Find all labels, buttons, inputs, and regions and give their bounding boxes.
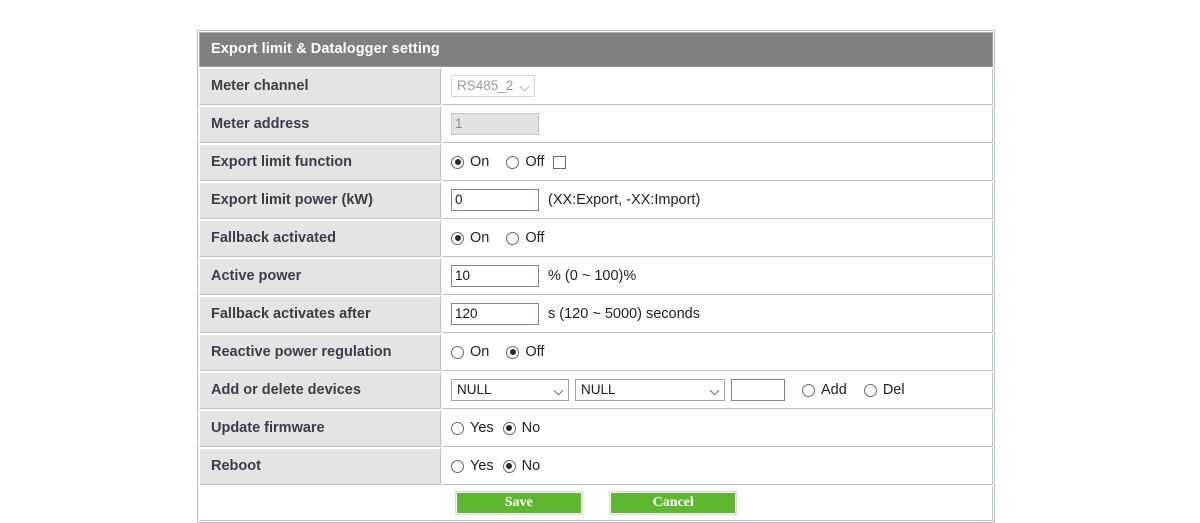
fallback-activates-after-hint: s (120 ~ 5000) seconds bbox=[548, 306, 700, 322]
reactive-power-regulation-radio-on[interactable] bbox=[451, 345, 464, 359]
row-value-meter-address: 1 bbox=[442, 106, 993, 143]
save-button[interactable]: Save bbox=[454, 491, 583, 515]
row-label-export-limit-power: Export limit power (kW) bbox=[199, 182, 441, 219]
row-label-update-firmware: Update firmware bbox=[199, 410, 441, 447]
panel-title: Export limit & Datalogger setting bbox=[199, 32, 993, 67]
update-firmware-radio-yes[interactable] bbox=[451, 421, 464, 435]
meter-address-input[interactable]: 1 bbox=[451, 113, 539, 135]
row-value-add-or-delete-devices: NULL NULL Add Del bbox=[442, 372, 993, 409]
device-action-radio-del[interactable] bbox=[863, 383, 877, 397]
row-label-meter-address: Meter address bbox=[199, 106, 441, 143]
row-label-fallback-activated: Fallback activated bbox=[199, 220, 441, 257]
device-type-select-value: NULL bbox=[457, 382, 492, 397]
table-row: Fallback activated On Off bbox=[199, 220, 993, 257]
row-value-reboot: Yes No bbox=[442, 448, 993, 485]
table-row: Export limit power (kW) 0 (XX:Export, -X… bbox=[199, 182, 993, 219]
device-serial-input[interactable] bbox=[731, 379, 785, 401]
fallback-activated-off-label: Off bbox=[525, 230, 545, 246]
reactive-power-regulation-radio-off[interactable] bbox=[506, 345, 520, 359]
table-row: Update firmware Yes No bbox=[199, 410, 993, 447]
chevron-down-icon bbox=[711, 386, 720, 395]
meter-channel-select-value: RS485_2 bbox=[457, 78, 514, 93]
reboot-yes-label: Yes bbox=[470, 458, 494, 474]
row-label-export-limit-function: Export limit function bbox=[199, 144, 441, 181]
reactive-power-regulation-on-label: On bbox=[470, 344, 490, 360]
table-row: Reactive power regulation On Off bbox=[199, 334, 993, 371]
device-type-select[interactable]: NULL bbox=[451, 379, 569, 401]
row-value-active-power: 10 % (0 ~ 100)% bbox=[442, 258, 993, 295]
row-label-reboot: Reboot bbox=[199, 448, 441, 485]
form-actions: Save Cancel bbox=[199, 486, 993, 521]
fallback-activated-radio-off[interactable] bbox=[506, 231, 520, 245]
settings-form-table: Export limit & Datalogger setting Meter … bbox=[198, 31, 994, 522]
export-limit-power-hint: (XX:Export, -XX:Import) bbox=[548, 192, 701, 208]
row-label-reactive-power-regulation: Reactive power regulation bbox=[199, 334, 441, 371]
table-row: Active power 10 % (0 ~ 100)% bbox=[199, 258, 993, 295]
update-firmware-radio-no[interactable] bbox=[502, 421, 516, 435]
row-value-export-limit-function: On Off bbox=[442, 144, 993, 181]
row-value-meter-channel: RS485_2 bbox=[442, 68, 993, 105]
export-limit-function-radio-on[interactable] bbox=[451, 155, 464, 169]
row-label-fallback-activates-after: Fallback activates after bbox=[199, 296, 441, 333]
reactive-power-regulation-off-label: Off bbox=[525, 344, 545, 360]
reboot-radio-no[interactable] bbox=[502, 459, 516, 473]
row-value-export-limit-power: 0 (XX:Export, -XX:Import) bbox=[442, 182, 993, 219]
meter-channel-select[interactable]: RS485_2 bbox=[451, 75, 535, 97]
active-power-input[interactable]: 10 bbox=[451, 265, 539, 287]
cancel-button[interactable]: Cancel bbox=[609, 491, 738, 515]
export-limit-power-input[interactable]: 0 bbox=[451, 189, 539, 211]
table-row: Add or delete devices NULL NULL Add Del bbox=[199, 372, 993, 409]
device-action-add-label: Add bbox=[821, 382, 847, 398]
reboot-no-label: No bbox=[521, 458, 541, 474]
row-value-update-firmware: Yes No bbox=[442, 410, 993, 447]
export-limit-function-radio-off[interactable] bbox=[506, 155, 520, 169]
row-value-reactive-power-regulation: On Off bbox=[442, 334, 993, 371]
chevron-down-icon bbox=[555, 386, 564, 395]
chevron-down-icon bbox=[521, 82, 530, 91]
table-row: Fallback activates after 120 s (120 ~ 50… bbox=[199, 296, 993, 333]
table-row: Reboot Yes No bbox=[199, 448, 993, 485]
update-firmware-yes-label: Yes bbox=[470, 420, 494, 436]
row-label-add-or-delete-devices: Add or delete devices bbox=[199, 372, 441, 409]
fallback-activated-on-label: On bbox=[470, 230, 490, 246]
row-value-fallback-activated: On Off bbox=[442, 220, 993, 257]
export-limit-function-on-label: On bbox=[470, 154, 490, 170]
reboot-radio-yes[interactable] bbox=[451, 459, 464, 473]
row-label-active-power: Active power bbox=[199, 258, 441, 295]
form-actions-row: Save Cancel bbox=[199, 486, 993, 521]
update-firmware-no-label: No bbox=[521, 420, 541, 436]
row-label-meter-channel: Meter channel bbox=[199, 68, 441, 105]
table-row: Meter address 1 bbox=[199, 106, 993, 143]
table-row: Meter channel RS485_2 bbox=[199, 68, 993, 105]
device-name-select-value: NULL bbox=[581, 382, 616, 397]
table-row: Export limit function On Off bbox=[199, 144, 993, 181]
row-value-fallback-activates-after: 120 s (120 ~ 5000) seconds bbox=[442, 296, 993, 333]
device-action-del-label: Del bbox=[882, 382, 905, 398]
export-limit-function-checkbox[interactable] bbox=[553, 155, 567, 169]
device-name-select[interactable]: NULL bbox=[575, 379, 725, 401]
fallback-activated-radio-on[interactable] bbox=[451, 231, 464, 245]
export-limit-function-off-label: Off bbox=[525, 154, 545, 170]
device-action-radio-add[interactable] bbox=[802, 383, 815, 397]
panel-title-row: Export limit & Datalogger setting bbox=[199, 32, 993, 67]
active-power-hint: % (0 ~ 100)% bbox=[548, 268, 637, 284]
export-limit-datalogger-panel: Export limit & Datalogger setting Meter … bbox=[197, 30, 995, 523]
fallback-activates-after-input[interactable]: 120 bbox=[451, 303, 539, 325]
